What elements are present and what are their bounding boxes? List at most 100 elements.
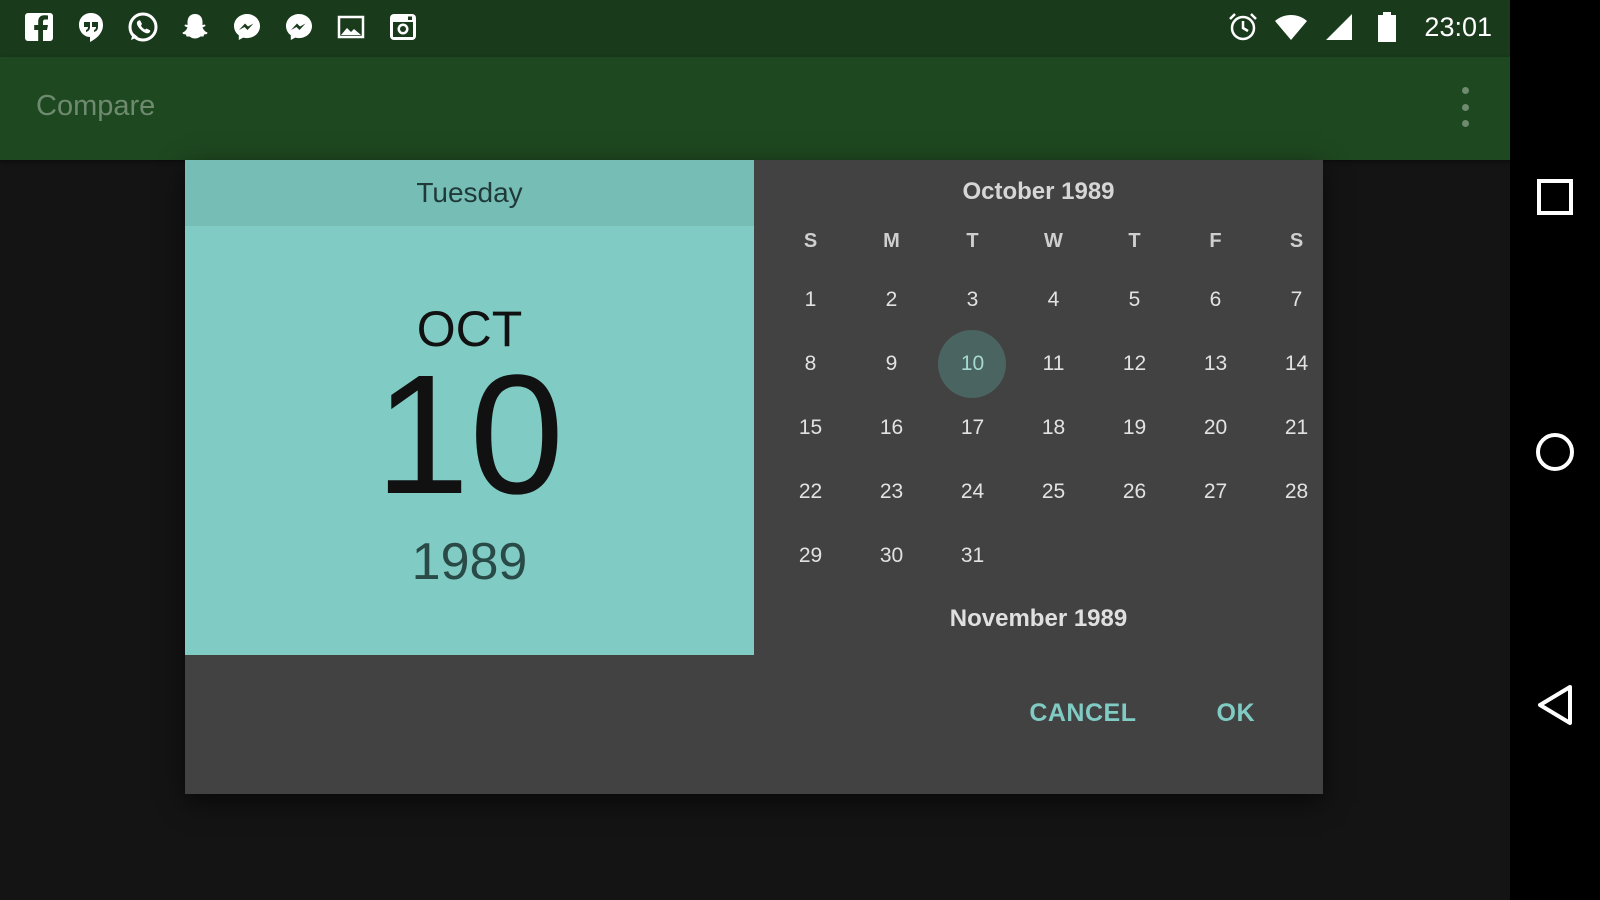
header-day[interactable]: 10 xyxy=(185,350,754,520)
calendar-day[interactable]: 15 xyxy=(770,396,851,460)
weekday-header-row: S M T W T F S xyxy=(770,230,1337,253)
calendar-day-label: 18 xyxy=(1041,416,1066,439)
calendar-day-label: 23 xyxy=(879,480,904,503)
calendar-view[interactable]: October 1989 S M T W T F S 1 2 3 4 5 6 7 8 9 10 11… xyxy=(754,160,1323,655)
system-icons: 23:01 xyxy=(1226,10,1492,44)
calendar-empty-cell xyxy=(1094,524,1175,588)
snapchat-icon xyxy=(178,10,212,44)
weekday-label: S xyxy=(1289,230,1304,252)
calendar-day[interactable]: 17 xyxy=(932,396,1013,460)
calendar-day[interactable]: 24 xyxy=(932,460,1013,524)
calendar-day[interactable]: 8 xyxy=(770,332,851,396)
wifi-icon xyxy=(1274,10,1308,44)
calendar-day-label: 4 xyxy=(1047,288,1060,311)
date-picker-header: Tuesday OCT 10 1989 xyxy=(185,160,754,655)
calendar-day[interactable]: 6 xyxy=(1175,268,1256,332)
ok-button[interactable]: OK xyxy=(1209,695,1264,732)
calendar-day-label: 26 xyxy=(1122,480,1147,503)
calendar-empty-cell xyxy=(1256,524,1337,588)
app-bar: Compare xyxy=(0,57,1510,160)
calendar-day-label: 10 xyxy=(960,352,985,375)
calendar-day[interactable]: 9 xyxy=(851,332,932,396)
calendar-day-label: 29 xyxy=(798,544,823,567)
calendar-day-grid: 1 2 3 4 5 6 7 8 9 10 11 12 13 14 15 16 17 18 19 20 21 22 23 24 2… xyxy=(770,268,1337,588)
calendar-day-label: 7 xyxy=(1290,288,1303,311)
calendar-day[interactable]: 18 xyxy=(1013,396,1094,460)
messenger-icon xyxy=(282,10,316,44)
calendar-day-label: 19 xyxy=(1122,416,1147,439)
calendar-day-label: 22 xyxy=(798,480,823,503)
signal-icon xyxy=(1322,10,1356,44)
calendar-day[interactable]: 21 xyxy=(1256,396,1337,460)
hangouts-icon xyxy=(74,10,108,44)
battery-icon xyxy=(1370,10,1404,44)
page-title: Compare xyxy=(36,90,156,122)
calendar-day[interactable]: 28 xyxy=(1256,460,1337,524)
calendar-day[interactable]: 22 xyxy=(770,460,851,524)
calendar-day-label: 24 xyxy=(960,480,985,503)
header-year[interactable]: 1989 xyxy=(185,532,754,592)
home-icon[interactable] xyxy=(1530,427,1580,477)
weekday-label: T xyxy=(966,230,979,252)
calendar-day-label: 11 xyxy=(1042,352,1065,375)
calendar-day[interactable]: 27 xyxy=(1175,460,1256,524)
status-bar: 23:01 xyxy=(0,0,1510,57)
calendar-day[interactable]: 30 xyxy=(851,524,932,588)
recent-apps-icon[interactable] xyxy=(1530,172,1580,222)
calendar-day-selected[interactable]: 10 xyxy=(932,330,1013,398)
date-picker-dialog: Tuesday OCT 10 1989 October 1989 S M T W… xyxy=(185,160,1323,794)
calendar-day-label: 21 xyxy=(1284,416,1309,439)
calendar-week-row: 1 2 3 4 5 6 7 xyxy=(770,268,1337,332)
calendar-day-label: 6 xyxy=(1209,288,1222,311)
calendar-day[interactable]: 20 xyxy=(1175,396,1256,460)
calendar-day[interactable]: 2 xyxy=(851,268,932,332)
calendar-week-row: 22 23 24 25 26 27 28 xyxy=(770,460,1337,524)
calendar-day[interactable]: 11 xyxy=(1013,332,1094,396)
calendar-day-label: 30 xyxy=(879,544,904,567)
calendar-empty-cell xyxy=(1013,524,1094,588)
cancel-button[interactable]: CANCEL xyxy=(1021,695,1144,732)
weekday-label: W xyxy=(1044,230,1063,252)
weekday-label: M xyxy=(883,230,900,252)
calendar-day[interactable]: 4 xyxy=(1013,268,1094,332)
calendar-day-label: 13 xyxy=(1203,352,1228,375)
calendar-day[interactable]: 14 xyxy=(1256,332,1337,396)
calendar-day-label: 20 xyxy=(1203,416,1228,439)
calendar-day[interactable]: 5 xyxy=(1094,268,1175,332)
calendar-day[interactable]: 25 xyxy=(1013,460,1094,524)
calendar-day-label: 16 xyxy=(879,416,904,439)
calendar-week-row: 29 30 31 xyxy=(770,524,1337,588)
calendar-day-label: 5 xyxy=(1128,288,1141,311)
dialog-actions: CANCEL OK xyxy=(1021,695,1263,732)
calendar-day[interactable]: 1 xyxy=(770,268,851,332)
device-screen: 23:01 Compare Tuesday OCT 10 1989 Octobe… xyxy=(0,0,1510,900)
calendar-day[interactable]: 13 xyxy=(1175,332,1256,396)
alarm-icon xyxy=(1226,10,1260,44)
calendar-day-label: 3 xyxy=(966,288,979,311)
navigation-bar xyxy=(1510,0,1600,900)
facebook-icon xyxy=(22,10,56,44)
calendar-day[interactable]: 19 xyxy=(1094,396,1175,460)
weekday-label: S xyxy=(803,230,818,252)
overflow-menu-icon[interactable] xyxy=(1458,87,1472,127)
calendar-day[interactable]: 3 xyxy=(932,268,1013,332)
back-icon[interactable] xyxy=(1530,680,1580,730)
calendar-day[interactable]: 29 xyxy=(770,524,851,588)
calendar-day-label: 27 xyxy=(1203,480,1228,503)
calendar-day-label: 28 xyxy=(1284,480,1309,503)
calendar-day-label: 17 xyxy=(960,416,985,439)
calendar-day[interactable]: 23 xyxy=(851,460,932,524)
calendar-day-label: 15 xyxy=(798,416,823,439)
calendar-day-label: 31 xyxy=(960,544,985,567)
calendar-day-label: 8 xyxy=(804,352,817,375)
calendar-day[interactable]: 12 xyxy=(1094,332,1175,396)
calendar-day[interactable]: 7 xyxy=(1256,268,1337,332)
next-month-title: November 1989 xyxy=(949,605,1128,632)
calendar-day[interactable]: 16 xyxy=(851,396,932,460)
calendar-day[interactable]: 26 xyxy=(1094,460,1175,524)
calendar-day-label: 12 xyxy=(1122,352,1147,375)
gallery-icon xyxy=(334,10,368,44)
calendar-day-label: 1 xyxy=(804,288,817,311)
calendar-week-row: 8 9 10 11 12 13 14 xyxy=(770,330,1337,398)
calendar-day[interactable]: 31 xyxy=(932,524,1013,588)
